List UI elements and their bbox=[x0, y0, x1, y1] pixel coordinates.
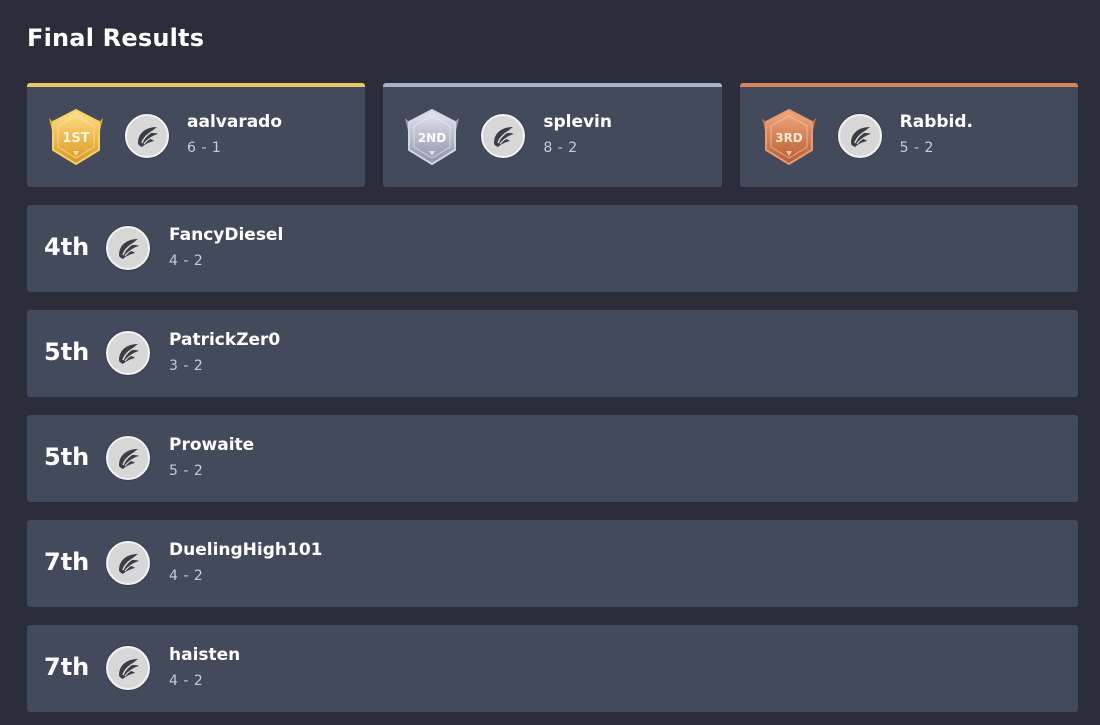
gold-medal-icon: 1ST bbox=[49, 108, 103, 166]
avatar bbox=[106, 646, 150, 690]
player-record: 4 - 2 bbox=[169, 568, 204, 584]
accent-bar bbox=[27, 83, 366, 87]
rank: 7th bbox=[44, 653, 90, 681]
bronze-medal-icon: 3RD bbox=[761, 108, 816, 166]
podium-card-third[interactable]: 3RD Rabbid. 5 - 2 bbox=[739, 83, 1078, 187]
medal-text: 2ND bbox=[418, 131, 446, 145]
player-name[interactable]: haisten bbox=[169, 645, 240, 665]
wing-logo-icon bbox=[119, 344, 139, 364]
player-record: 4 - 2 bbox=[169, 673, 204, 689]
wing-logo-icon bbox=[119, 554, 139, 574]
rank: 5th bbox=[44, 443, 90, 471]
player-record: 4 - 2 bbox=[169, 253, 204, 269]
accent-bar bbox=[383, 83, 722, 87]
player-record: 3 - 2 bbox=[169, 358, 204, 374]
wing-logo-icon bbox=[119, 659, 139, 679]
player-name[interactable]: FancyDiesel bbox=[169, 225, 283, 245]
podium-card-second[interactable]: 2ND splevin 8 - 2 bbox=[383, 83, 722, 187]
player-name[interactable]: aalvarado bbox=[187, 112, 282, 132]
player-name[interactable]: Rabbid. bbox=[900, 112, 973, 132]
player-name[interactable]: DuelingHigh101 bbox=[169, 540, 322, 560]
silver-medal-icon: 2ND bbox=[405, 108, 460, 166]
result-row[interactable]: 7th DuelingHigh101 4 - 2 bbox=[27, 520, 1078, 607]
result-row[interactable]: 5th Prowaite 5 - 2 bbox=[27, 415, 1078, 502]
page-title: Final Results bbox=[27, 24, 205, 52]
player-record: 5 - 2 bbox=[169, 463, 204, 479]
results-list: 4th FancyDiesel 4 - 2 5th PatrickZer0 3 … bbox=[27, 205, 1078, 725]
avatar bbox=[481, 114, 526, 158]
wing-logo-icon bbox=[138, 127, 158, 147]
medal-text: 1ST bbox=[62, 131, 89, 146]
rank: 7th bbox=[44, 548, 90, 576]
avatar bbox=[125, 114, 169, 158]
podium-card-first[interactable]: 1ST aalvarado 6 - 1 bbox=[27, 83, 366, 187]
rank: 5th bbox=[44, 338, 90, 366]
player-name[interactable]: splevin bbox=[543, 112, 612, 132]
medal-text: 3RD bbox=[775, 131, 803, 145]
final-results-page: Final Results 1ST aalvarado 6 - 1 2ND sp… bbox=[0, 0, 1100, 725]
player-name[interactable]: PatrickZer0 bbox=[169, 330, 280, 350]
avatar bbox=[106, 331, 150, 375]
result-row[interactable]: 4th FancyDiesel 4 - 2 bbox=[27, 205, 1078, 292]
avatar bbox=[106, 436, 150, 480]
player-record: 6 - 1 bbox=[187, 140, 222, 156]
player-record: 8 - 2 bbox=[543, 140, 578, 156]
avatar bbox=[106, 226, 150, 270]
podium: 1ST aalvarado 6 - 1 2ND splevin 8 - 2 3R… bbox=[27, 83, 1078, 187]
avatar bbox=[837, 114, 882, 158]
wing-logo-icon bbox=[119, 239, 139, 259]
rank: 4th bbox=[44, 233, 90, 261]
avatar bbox=[106, 541, 150, 585]
player-name[interactable]: Prowaite bbox=[169, 435, 254, 455]
wing-logo-icon bbox=[494, 127, 515, 147]
wing-logo-icon bbox=[850, 127, 871, 147]
player-record: 5 - 2 bbox=[899, 140, 934, 156]
wing-logo-icon bbox=[119, 449, 139, 469]
result-row[interactable]: 5th PatrickZer0 3 - 2 bbox=[27, 310, 1078, 397]
result-row[interactable]: 7th haisten 4 - 2 bbox=[27, 625, 1078, 712]
accent-bar bbox=[739, 83, 1078, 87]
